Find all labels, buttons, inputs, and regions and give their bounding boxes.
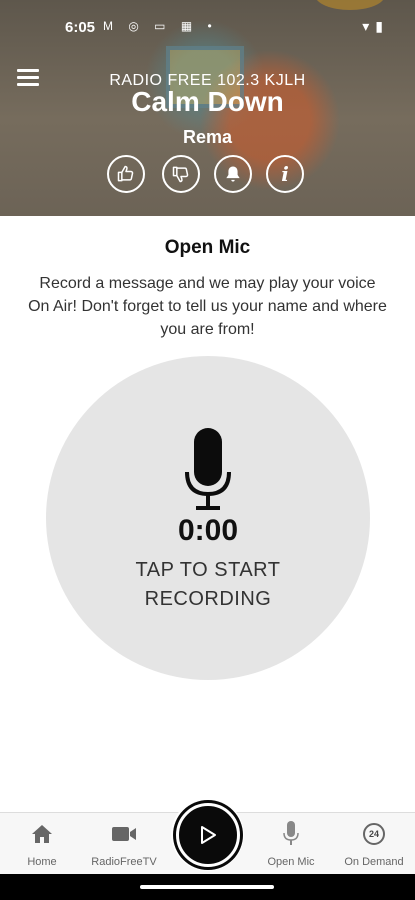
on-demand-24-icon: 24 [363, 823, 385, 845]
status-right-icons: ▾▮ [362, 18, 389, 35]
microphone-icon [185, 428, 231, 510]
thumbs-up-button[interactable] [107, 155, 145, 193]
thumbs-up-icon [117, 165, 134, 182]
artist-name: Rema [182, 127, 233, 147]
play-button[interactable] [175, 802, 240, 867]
app-icon: ▦ [180, 19, 199, 33]
on-demand-badge: 24 [368, 829, 379, 839]
status-time: 6:05 [65, 19, 96, 36]
open-mic-description: Record a message and we may play your vo… [28, 275, 387, 338]
alert-icon [226, 166, 240, 182]
microphone-icon [283, 821, 299, 845]
song-title: Calm Down [131, 86, 284, 117]
recording-prompt: TAP TO START RECORDING [46, 556, 370, 614]
nav-label: Home [27, 856, 57, 868]
system-navigation-bar [0, 874, 415, 900]
record-button[interactable]: 0:00 TAP TO START RECORDING [46, 356, 370, 680]
nav-home[interactable]: Home [2, 821, 82, 868]
recording-timer: 0:00 [177, 514, 239, 547]
info-button[interactable]: i [266, 155, 304, 193]
dot-icon: • [207, 19, 218, 33]
nav-open-mic[interactable]: Open Mic [251, 821, 331, 868]
status-notification-icons: M ◎ ▭ ▦ • [103, 19, 218, 33]
page-title: Open Mic [164, 237, 251, 258]
notification-icon: ◎ [128, 19, 145, 33]
nav-label: Open Mic [267, 856, 315, 868]
track-actions: i [107, 155, 311, 197]
home-gesture-pill[interactable] [140, 885, 274, 889]
recording-prompt-text: TAP TO START RECORDING [135, 559, 281, 610]
video-camera-icon [112, 827, 136, 841]
wifi-icon: ▾ [362, 18, 376, 34]
thumbs-down-button[interactable] [162, 155, 200, 193]
nav-label: On Demand [344, 856, 404, 868]
alert-button[interactable] [214, 155, 252, 193]
now-playing-header: 6:05 M ◎ ▭ ▦ • ▾▮ RADIO FREE 102.3 KJLH … [0, 0, 415, 216]
nav-radiofreetv[interactable]: RadioFreeTV [84, 821, 164, 868]
home-icon [32, 825, 52, 843]
thumbs-down-icon [172, 166, 189, 183]
nav-on-demand[interactable]: 24 On Demand [334, 821, 414, 868]
play-button-wrapper [171, 798, 244, 871]
info-icon: i [281, 162, 289, 186]
battery-icon: ▮ [375, 18, 389, 34]
play-icon [200, 825, 216, 844]
nav-label: RadioFreeTV [91, 856, 157, 868]
gmail-icon: M [103, 19, 119, 33]
news-icon: ▭ [154, 19, 172, 33]
status-bar: 6:05 M ◎ ▭ ▦ • ▾▮ [0, 0, 415, 52]
